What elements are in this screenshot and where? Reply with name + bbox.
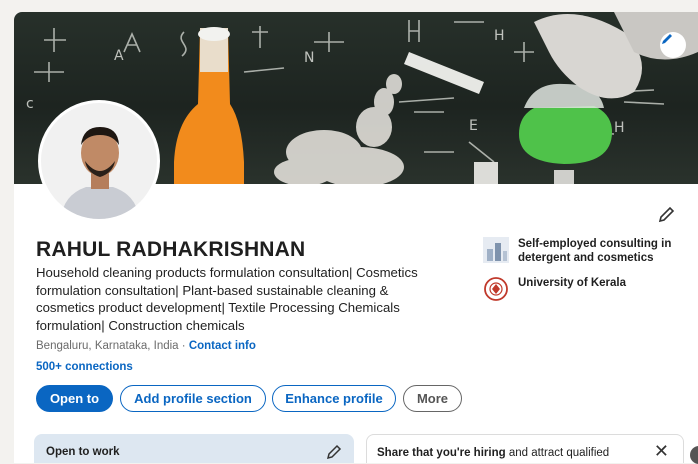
profile-photo xyxy=(41,103,157,219)
hiring-text-bold: Share that you're hiring xyxy=(377,447,506,459)
location-separator: · xyxy=(178,340,189,352)
edit-intro-button[interactable] xyxy=(654,203,678,227)
more-button[interactable]: More xyxy=(403,385,462,412)
enhance-profile-button[interactable]: Enhance profile xyxy=(272,385,396,412)
organization-item[interactable]: Self-employed consulting in detergent an… xyxy=(483,237,683,265)
location-text: Bengaluru, Karnataka, India xyxy=(36,340,179,352)
open-to-work-title: Open to work xyxy=(46,446,120,458)
svg-text:E: E xyxy=(469,118,478,134)
connections-link[interactable]: 500+ connections xyxy=(36,361,133,373)
edit-cover-button[interactable] xyxy=(660,32,686,58)
avatar[interactable] xyxy=(38,100,160,222)
pencil-icon[interactable] xyxy=(326,444,342,460)
organization-name: Self-employed consulting in detergent an… xyxy=(518,238,672,264)
organization-name: University of Kerala xyxy=(518,277,627,289)
hiring-text: Share that you're hiring and attract qua… xyxy=(377,447,609,459)
svg-text:H: H xyxy=(614,120,625,136)
contact-info-link[interactable]: Contact info xyxy=(189,340,256,352)
add-profile-section-button[interactable]: Add profile section xyxy=(120,385,266,412)
university-seal-icon xyxy=(484,277,508,301)
close-icon[interactable]: ✕ xyxy=(654,441,669,462)
company-logo-icon xyxy=(483,237,509,263)
hiring-card[interactable]: Share that you're hiring and attract qua… xyxy=(366,434,684,463)
pencil-icon xyxy=(662,34,672,44)
svg-text:N: N xyxy=(304,50,314,66)
open-to-work-card[interactable]: Open to work xyxy=(34,434,354,463)
profile-name: RAHUL RADHAKRISHNAN xyxy=(36,238,306,261)
profile-card: A N H H c E RAHUL RADHAKRISHNAN Household c… xyxy=(14,12,698,463)
pencil-icon xyxy=(658,206,675,223)
open-to-button[interactable]: Open to xyxy=(36,385,113,412)
profile-location-line: Bengaluru, Karnataka, India · Contact in… xyxy=(36,340,256,352)
svg-text:c: c xyxy=(26,96,34,112)
svg-text:A: A xyxy=(114,48,124,64)
svg-text:H: H xyxy=(494,28,505,44)
hiring-text-rest: and attract qualified xyxy=(505,447,610,459)
profile-headline: Household cleaning products formulation … xyxy=(36,265,418,333)
organization-item[interactable]: University of Kerala xyxy=(483,276,683,302)
